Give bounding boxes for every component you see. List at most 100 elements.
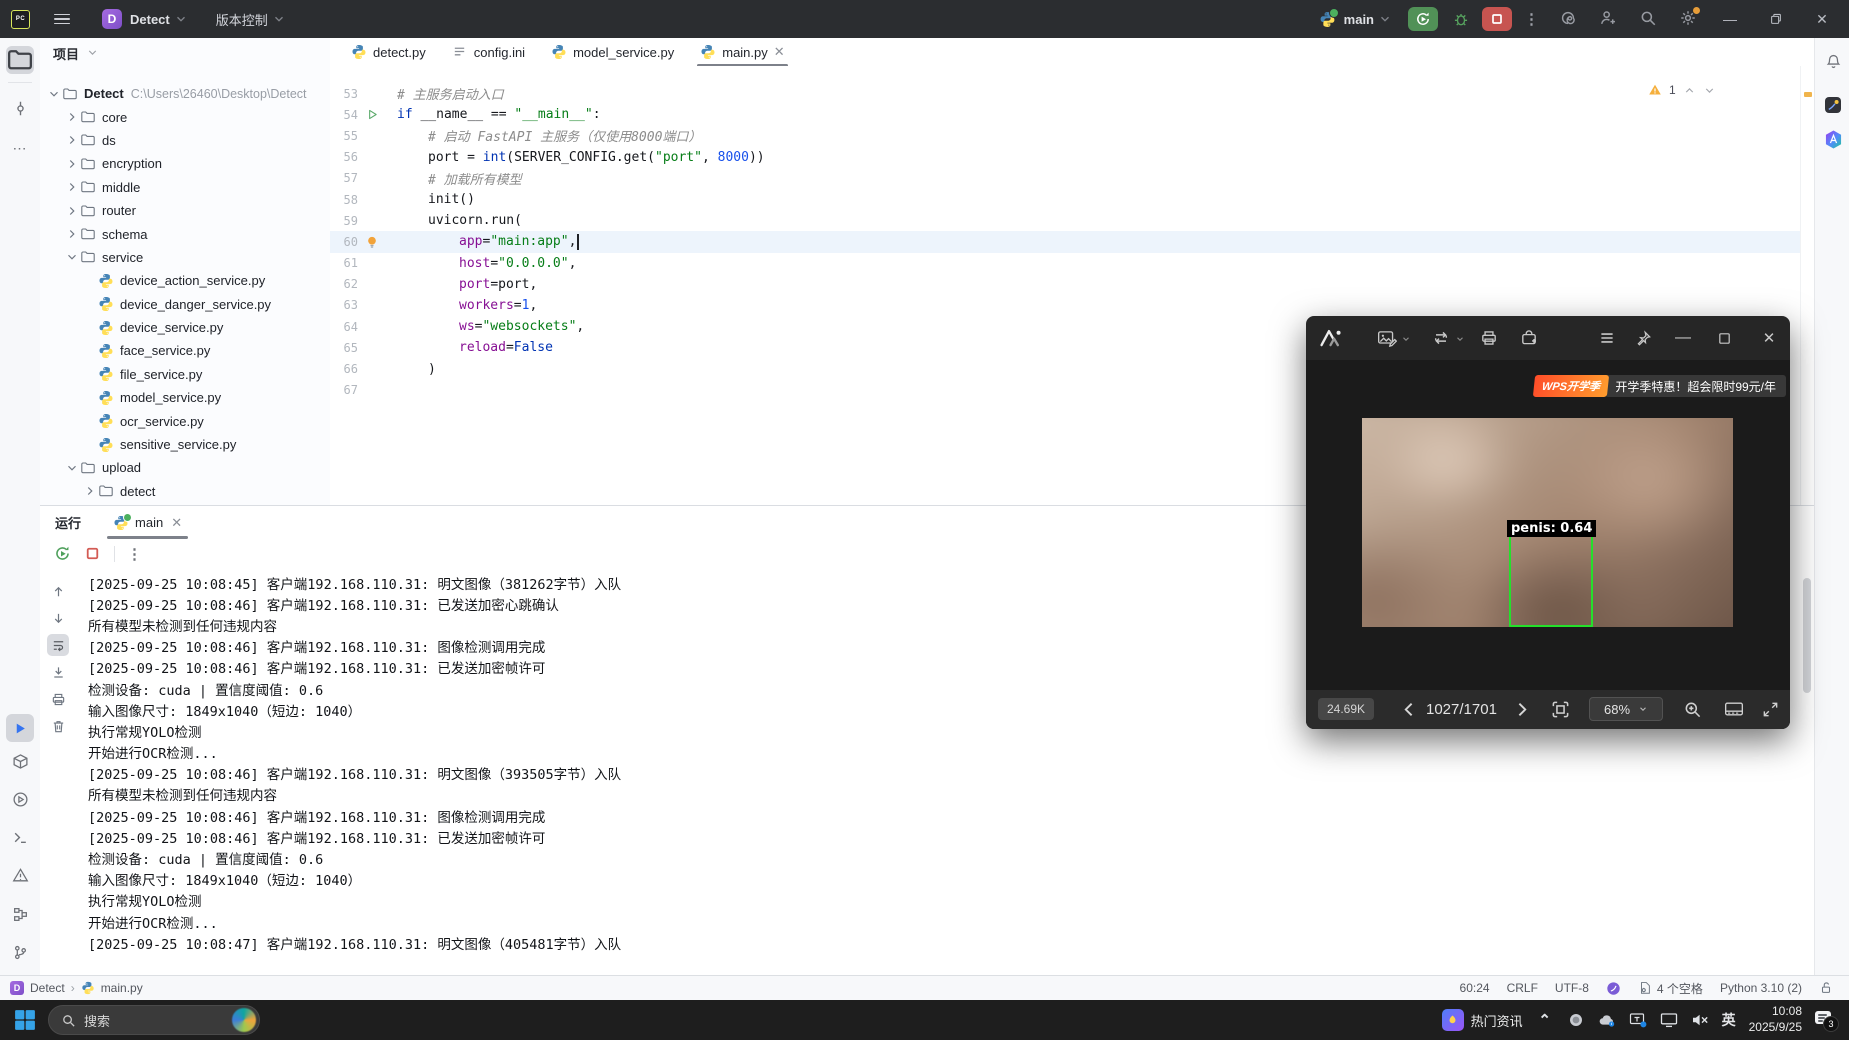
tree-item-ocr-service-py[interactable]: ocr_service.py [40,409,330,432]
inspections-widget[interactable]: 1 [1648,83,1716,97]
chevron-right-icon[interactable] [64,203,80,219]
statusbar-breadcrumb[interactable]: D Detect › main.py [0,981,143,995]
run-line-icon[interactable] [362,107,382,123]
commit-tool-button[interactable] [6,94,34,122]
plugin-icon[interactable] [1820,92,1846,118]
chevron-down-icon[interactable] [1401,334,1411,344]
project-panel-header[interactable]: 项目 [40,38,330,68]
more-tool-button[interactable]: ⋯ [6,134,34,162]
project-folder-tool-button[interactable] [6,46,34,74]
interpreter-widget[interactable]: Python 3.10 (2) [1720,981,1802,995]
tree-item-device-action-service-py[interactable]: device_action_service.py [40,269,330,292]
console-scrollbar[interactable] [1803,578,1811,693]
tab-config-ini[interactable]: config.ini [439,38,538,66]
more-menu-icon[interactable]: ⋮ [1524,10,1539,28]
tab-detect-py[interactable]: detect.py [338,38,439,66]
chevron-right-icon[interactable] [64,109,80,125]
input-language-button[interactable]: 英 [1722,1010,1736,1030]
print-icon[interactable] [47,688,69,710]
tab-main-py[interactable]: main.py✕ [687,38,797,66]
window-close-button[interactable]: ✕ [1807,7,1837,31]
run-tool-button[interactable] [6,714,34,742]
fit-to-window-button[interactable] [1548,698,1572,720]
tray-cloud-icon[interactable]: i [1598,1011,1616,1029]
tree-item-ds[interactable]: ds [40,129,330,152]
warning-stripe-mark[interactable] [1804,92,1812,97]
stop-button[interactable] [1482,7,1512,31]
notification-center-button[interactable]: 3 [1815,1011,1837,1029]
prev-warning-icon[interactable] [1683,84,1696,97]
window-minimize-button[interactable]: — [1715,7,1745,31]
close-icon[interactable]: ✕ [171,515,182,531]
tree-item-detect[interactable]: DetectC:\Users\26460\Desktop\Detect [40,82,330,105]
tree-item-router[interactable]: router [40,199,330,222]
tree-item-service[interactable]: service [40,246,330,269]
more-menu-icon[interactable]: ⋮ [127,545,142,563]
code-with-me-icon[interactable] [1599,9,1619,29]
problems-button[interactable] [6,861,34,889]
line-ending-widget[interactable]: CRLF [1507,981,1538,995]
window-restore-button[interactable] [1761,7,1791,31]
project-avatar[interactable]: D [102,9,122,29]
chevron-down-icon[interactable] [64,249,80,265]
chevron-down-icon[interactable] [64,460,80,476]
status-plugin-icon[interactable] [1606,981,1621,996]
down-icon[interactable] [47,607,69,629]
terminal-tool-button[interactable] [6,823,34,851]
up-icon[interactable] [47,580,69,602]
tree-item-upload[interactable]: upload [40,456,330,479]
structure-button[interactable] [6,900,34,928]
tray-expand-icon[interactable]: ⌃ [1536,1011,1554,1029]
next-image-button[interactable] [1510,698,1532,720]
chevron-down-icon[interactable] [1455,334,1465,344]
menu-icon[interactable] [1596,327,1618,349]
search-everywhere-icon[interactable] [1639,9,1659,29]
next-warning-icon[interactable] [1703,84,1716,97]
chevron-down-icon[interactable] [46,86,62,102]
ai-assistant-icon[interactable] [1820,126,1846,152]
prev-image-button[interactable] [1398,698,1420,720]
chevron-right-icon[interactable] [64,226,80,242]
rotate-icon[interactable] [1430,327,1452,349]
caret-position-widget[interactable]: 60:24 [1460,981,1490,995]
rerun-button[interactable] [1408,7,1438,31]
edit-image-icon[interactable] [1376,327,1398,349]
main-menu-icon[interactable] [50,8,74,31]
tray-cast-icon[interactable] [1629,1011,1647,1029]
run-tab-main[interactable]: main ✕ [107,506,188,539]
chevron-right-icon[interactable] [82,483,98,499]
tree-item-device-service-py[interactable]: device_service.py [40,316,330,339]
notifications-icon[interactable] [1820,48,1846,74]
stop-button[interactable] [84,545,102,563]
viewer-minimize-button[interactable]: — [1672,327,1694,349]
tree-item-file-service-py[interactable]: file_service.py [40,363,330,386]
lock-open-icon[interactable] [1819,981,1833,995]
chevron-right-icon[interactable] [64,132,80,148]
print-icon[interactable] [1478,327,1500,349]
chevron-right-icon[interactable] [64,156,80,172]
news-widget[interactable]: 热门资讯 [1442,1009,1523,1031]
tree-item-face-service-py[interactable]: face_service.py [40,339,330,362]
rerun-button[interactable] [54,545,72,563]
tree-item-core[interactable]: core [40,105,330,128]
tab-model-service-py[interactable]: model_service.py [538,38,687,66]
search-daily-image[interactable] [232,1008,256,1032]
indent-widget[interactable]: 4 个空格 [1638,980,1703,997]
tray-monitor-icon[interactable] [1660,1011,1678,1029]
tree-item-device-danger-service-py[interactable]: device_danger_service.py [40,293,330,316]
packages-button[interactable] [6,747,34,775]
promo-banner[interactable]: WPS开学季 开学季特惠！超会限时99元/年 [1534,375,1786,397]
tree-item-middle[interactable]: middle [40,176,330,199]
project-selector[interactable]: Detect [130,12,170,27]
clock-widget[interactable]: 10:08 2025/9/25 [1749,1004,1802,1035]
image-viewer-window[interactable]: — ✕ WPS开学季 开学季特惠！超会限时99元/年 penis: 0.64 2… [1306,316,1790,729]
intention-bulb-icon[interactable] [362,234,382,250]
tree-item-model-service-py[interactable]: model_service.py [40,386,330,409]
tray-mute-icon[interactable] [1691,1011,1709,1029]
filmstrip-button[interactable] [1722,698,1746,720]
export-icon[interactable] [1518,327,1540,349]
tree-item-detect[interactable]: detect [40,480,330,503]
start-button[interactable] [12,1007,38,1033]
tree-item-schema[interactable]: schema [40,222,330,245]
settings-gear-icon[interactable] [1679,9,1699,29]
